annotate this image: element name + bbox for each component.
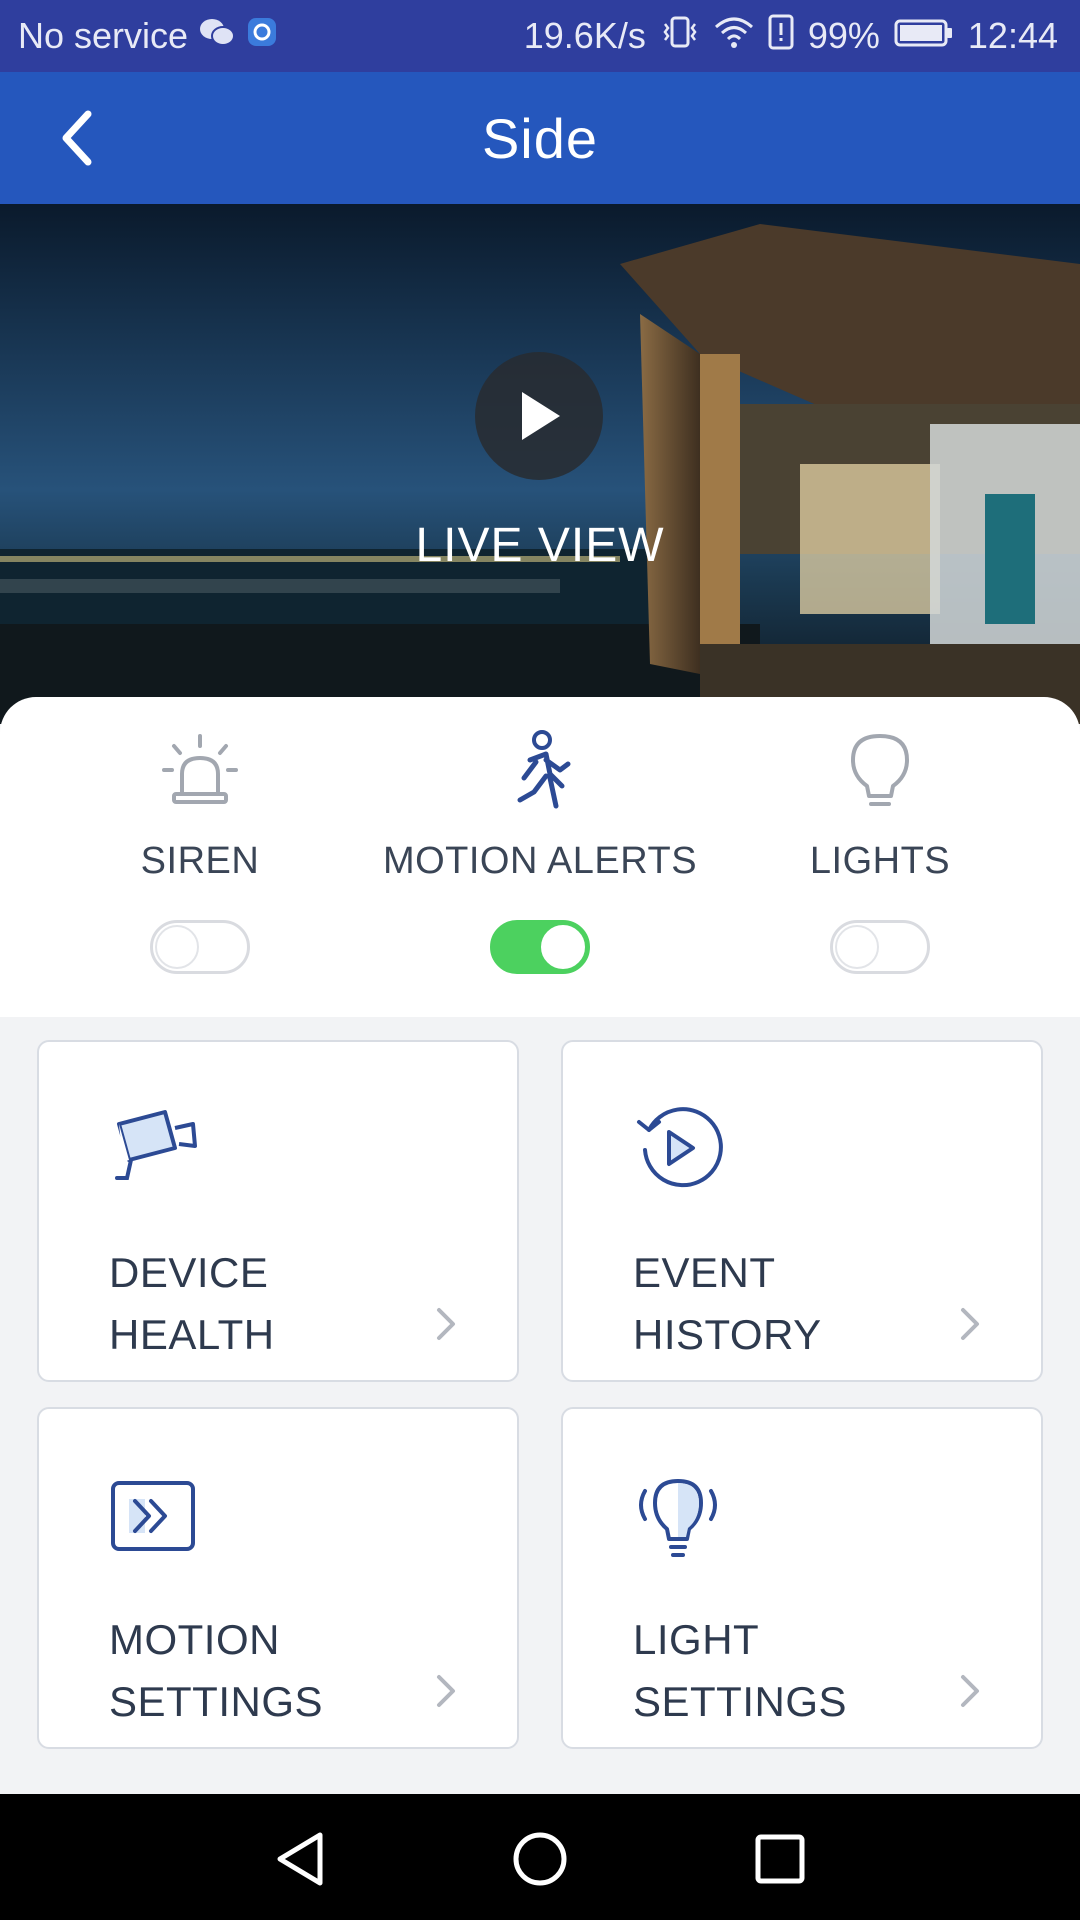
motion-alerts-label: MOTION ALERTS [382, 840, 698, 882]
tile-label-line1: DEVICE [109, 1249, 269, 1296]
system-nav-bar [0, 1794, 1080, 1920]
tile-label: DEVICE HEALTH [109, 1242, 275, 1366]
battery-icon [894, 15, 954, 57]
lights-label: LIGHTS [809, 840, 951, 882]
play-button[interactable] [475, 352, 603, 480]
tile-label: LIGHT SETTINGS [633, 1609, 847, 1733]
nav-recents-button[interactable] [745, 1824, 815, 1894]
tile-label: EVENT HISTORY [633, 1242, 822, 1366]
chevron-right-icon [955, 1671, 985, 1711]
play-icon [522, 392, 560, 440]
back-chevron-icon [62, 110, 92, 166]
wifi-icon [714, 15, 754, 58]
toggle-knob [541, 925, 585, 969]
device-health-tile[interactable]: DEVICE HEALTH [37, 1040, 519, 1382]
triangle-back-icon [277, 1832, 323, 1886]
siren-label: SIREN [140, 840, 260, 882]
tile-label-line2: HEALTH [109, 1311, 275, 1358]
chevron-right-icon [431, 1304, 461, 1344]
history-play-icon [633, 1102, 723, 1192]
event-history-tile[interactable]: EVENT HISTORY [561, 1040, 1043, 1382]
net-speed-text: 19.6K/s [523, 15, 646, 56]
wechat-icon [198, 15, 236, 57]
toggle-knob [155, 925, 199, 969]
circle-app-icon [246, 15, 278, 57]
motion-alerts-control: MOTION ALERTS [370, 697, 710, 1017]
tile-label: MOTION SETTINGS [109, 1609, 323, 1733]
status-bar: No service 19.6K/s 99% 12:44 [0, 0, 1080, 72]
vibrate-icon [660, 14, 700, 59]
chevron-right-icon [431, 1671, 461, 1711]
light-settings-tile[interactable]: LIGHT SETTINGS [561, 1407, 1043, 1749]
alert-icon [768, 14, 794, 59]
live-view[interactable]: LIVE VIEW [0, 204, 1080, 724]
siren-icon [150, 727, 250, 817]
app-bar: Side [0, 72, 1080, 204]
motion-forward-icon [109, 1469, 199, 1559]
clock-text: 12:44 [967, 15, 1058, 56]
motion-settings-tile[interactable]: MOTION SETTINGS [37, 1407, 519, 1749]
tile-label-line2: SETTINGS [633, 1678, 848, 1725]
circle-home-icon [513, 1832, 567, 1886]
carrier-text: No service [18, 15, 189, 56]
live-view-label: LIVE VIEW [415, 519, 665, 572]
chevron-right-icon [955, 1304, 985, 1344]
tile-label-line1: LIGHT [633, 1616, 760, 1663]
page-title: Side [481, 106, 599, 170]
lights-control: LIGHTS [710, 697, 1050, 1017]
tile-label-line2: HISTORY [633, 1311, 822, 1358]
lights-toggle[interactable] [830, 920, 930, 974]
light-bulb-icon [633, 1469, 723, 1559]
tile-label-line2: SETTINGS [109, 1678, 324, 1725]
nav-home-button[interactable] [505, 1824, 575, 1894]
camera-icon [109, 1102, 199, 1192]
toggle-knob [835, 925, 879, 969]
bulb-icon [830, 727, 930, 817]
square-recents-icon [755, 1834, 805, 1884]
quick-controls: SIREN MOTION ALERTS LIGHTS [0, 697, 1080, 1017]
siren-control: SIREN [30, 697, 370, 1017]
motion-alerts-toggle[interactable] [490, 920, 590, 974]
back-button[interactable] [40, 102, 112, 174]
running-person-icon [490, 727, 590, 817]
tile-label-line1: MOTION [109, 1616, 280, 1663]
siren-toggle[interactable] [150, 920, 250, 974]
nav-back-button[interactable] [265, 1824, 335, 1894]
tile-label-line1: EVENT [633, 1249, 776, 1296]
battery-text: 99% [807, 15, 880, 56]
